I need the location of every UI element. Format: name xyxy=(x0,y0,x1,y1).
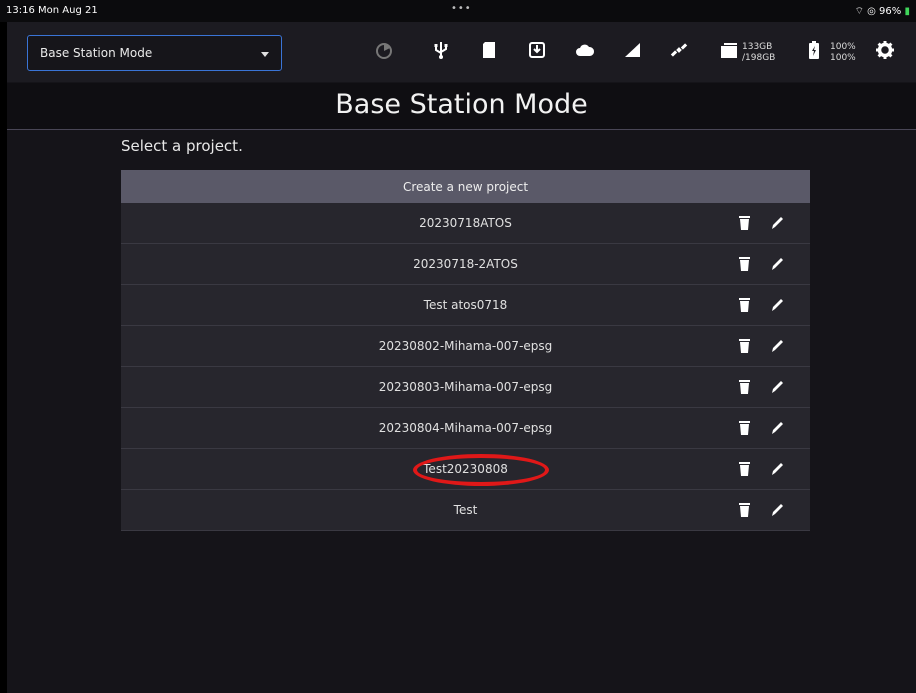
trash-icon[interactable] xyxy=(737,338,752,354)
trash-icon[interactable] xyxy=(737,502,752,518)
status-system: ⌔ ◎ 96% ▮ xyxy=(855,5,910,18)
project-row[interactable]: Test atos0718 xyxy=(121,285,810,326)
title-bar: Base Station Mode xyxy=(7,83,916,130)
project-row[interactable]: Test20230808 xyxy=(121,449,810,490)
trash-icon[interactable] xyxy=(737,379,752,395)
wifi-battery-status: ⌔ ◎ 96% xyxy=(854,6,902,17)
project-row[interactable]: 20230718-2ATOS xyxy=(121,244,810,285)
project-row[interactable]: 20230804-Mihama-007-epsg xyxy=(121,408,810,449)
storage-readout: 133GB /198GB xyxy=(742,42,775,64)
row-actions xyxy=(737,256,785,272)
trash-icon[interactable] xyxy=(737,420,752,436)
status-bar: 13:16 Mon Aug 21 ••• ⌔ ◎ 96% ▮ xyxy=(0,0,916,22)
create-project-button[interactable]: Create a new project xyxy=(121,170,810,203)
folder-icon[interactable] xyxy=(719,40,739,60)
battery-percent-bottom: 100% xyxy=(830,53,856,63)
signal-icon[interactable] xyxy=(623,40,643,60)
row-actions xyxy=(737,420,785,436)
usb-icon[interactable] xyxy=(431,40,451,60)
trash-icon[interactable] xyxy=(737,461,752,477)
pencil-icon[interactable] xyxy=(770,297,785,313)
battery-icon[interactable] xyxy=(807,40,821,60)
project-name: Test20230808 xyxy=(413,454,550,486)
pencil-icon[interactable] xyxy=(770,420,785,436)
row-actions xyxy=(737,297,785,313)
storage-used: 133GB xyxy=(742,42,773,52)
storage-total: /198GB xyxy=(742,53,776,63)
multitasking-dots[interactable]: ••• xyxy=(451,3,472,14)
chevron-down-icon xyxy=(261,52,269,57)
highlight-ellipse xyxy=(413,454,550,486)
row-actions xyxy=(737,379,785,395)
project-name: 20230718-2ATOS xyxy=(413,257,518,271)
pencil-icon[interactable] xyxy=(770,215,785,231)
battery-readout: 100% 100% xyxy=(830,42,856,64)
battery-icon: ▮ xyxy=(904,6,910,17)
project-row[interactable]: 20230802-Mihama-007-epsg xyxy=(121,326,810,367)
pencil-icon[interactable] xyxy=(770,256,785,272)
pencil-icon[interactable] xyxy=(770,502,785,518)
sd-card-icon[interactable] xyxy=(479,40,499,60)
trash-icon[interactable] xyxy=(737,297,752,313)
toolbar: Base Station Mode 133GB /198GB 100% 100% xyxy=(7,22,916,82)
status-time: 13:16 Mon Aug 21 xyxy=(6,5,98,16)
row-actions xyxy=(737,502,785,518)
row-actions xyxy=(737,338,785,354)
pencil-icon[interactable] xyxy=(770,379,785,395)
page-title: Base Station Mode xyxy=(335,89,588,120)
project-name: 20230804-Mihama-007-epsg xyxy=(378,421,553,435)
pencil-icon[interactable] xyxy=(770,461,785,477)
row-actions xyxy=(737,215,785,231)
project-row[interactable]: Test xyxy=(121,490,810,531)
pencil-icon[interactable] xyxy=(770,338,785,354)
project-name: 20230802-Mihama-007-epsg xyxy=(378,339,553,353)
project-row[interactable]: 20230803-Mihama-007-epsg xyxy=(121,367,810,408)
project-name: 20230718ATOS xyxy=(419,216,512,230)
trash-icon[interactable] xyxy=(737,215,752,231)
mode-select-value: Base Station Mode xyxy=(40,46,153,60)
download-icon[interactable] xyxy=(527,40,547,60)
project-row[interactable]: 20230718ATOS xyxy=(121,203,810,244)
timer-icon[interactable] xyxy=(374,40,394,60)
cloud-icon[interactable] xyxy=(575,40,595,60)
trash-icon[interactable] xyxy=(737,256,752,272)
row-actions xyxy=(737,461,785,477)
battery-percent-top: 100% xyxy=(830,42,856,52)
project-name: Test atos0718 xyxy=(423,298,508,312)
satellite-icon[interactable] xyxy=(669,40,689,60)
gear-icon[interactable] xyxy=(875,40,895,60)
mode-select[interactable]: Base Station Mode xyxy=(27,35,282,71)
project-list: Create a new project 20230718ATOS 202307… xyxy=(121,170,810,531)
project-name: Test xyxy=(453,503,478,517)
project-name: 20230803-Mihama-007-epsg xyxy=(378,380,553,394)
select-project-hint: Select a project. xyxy=(121,137,243,155)
